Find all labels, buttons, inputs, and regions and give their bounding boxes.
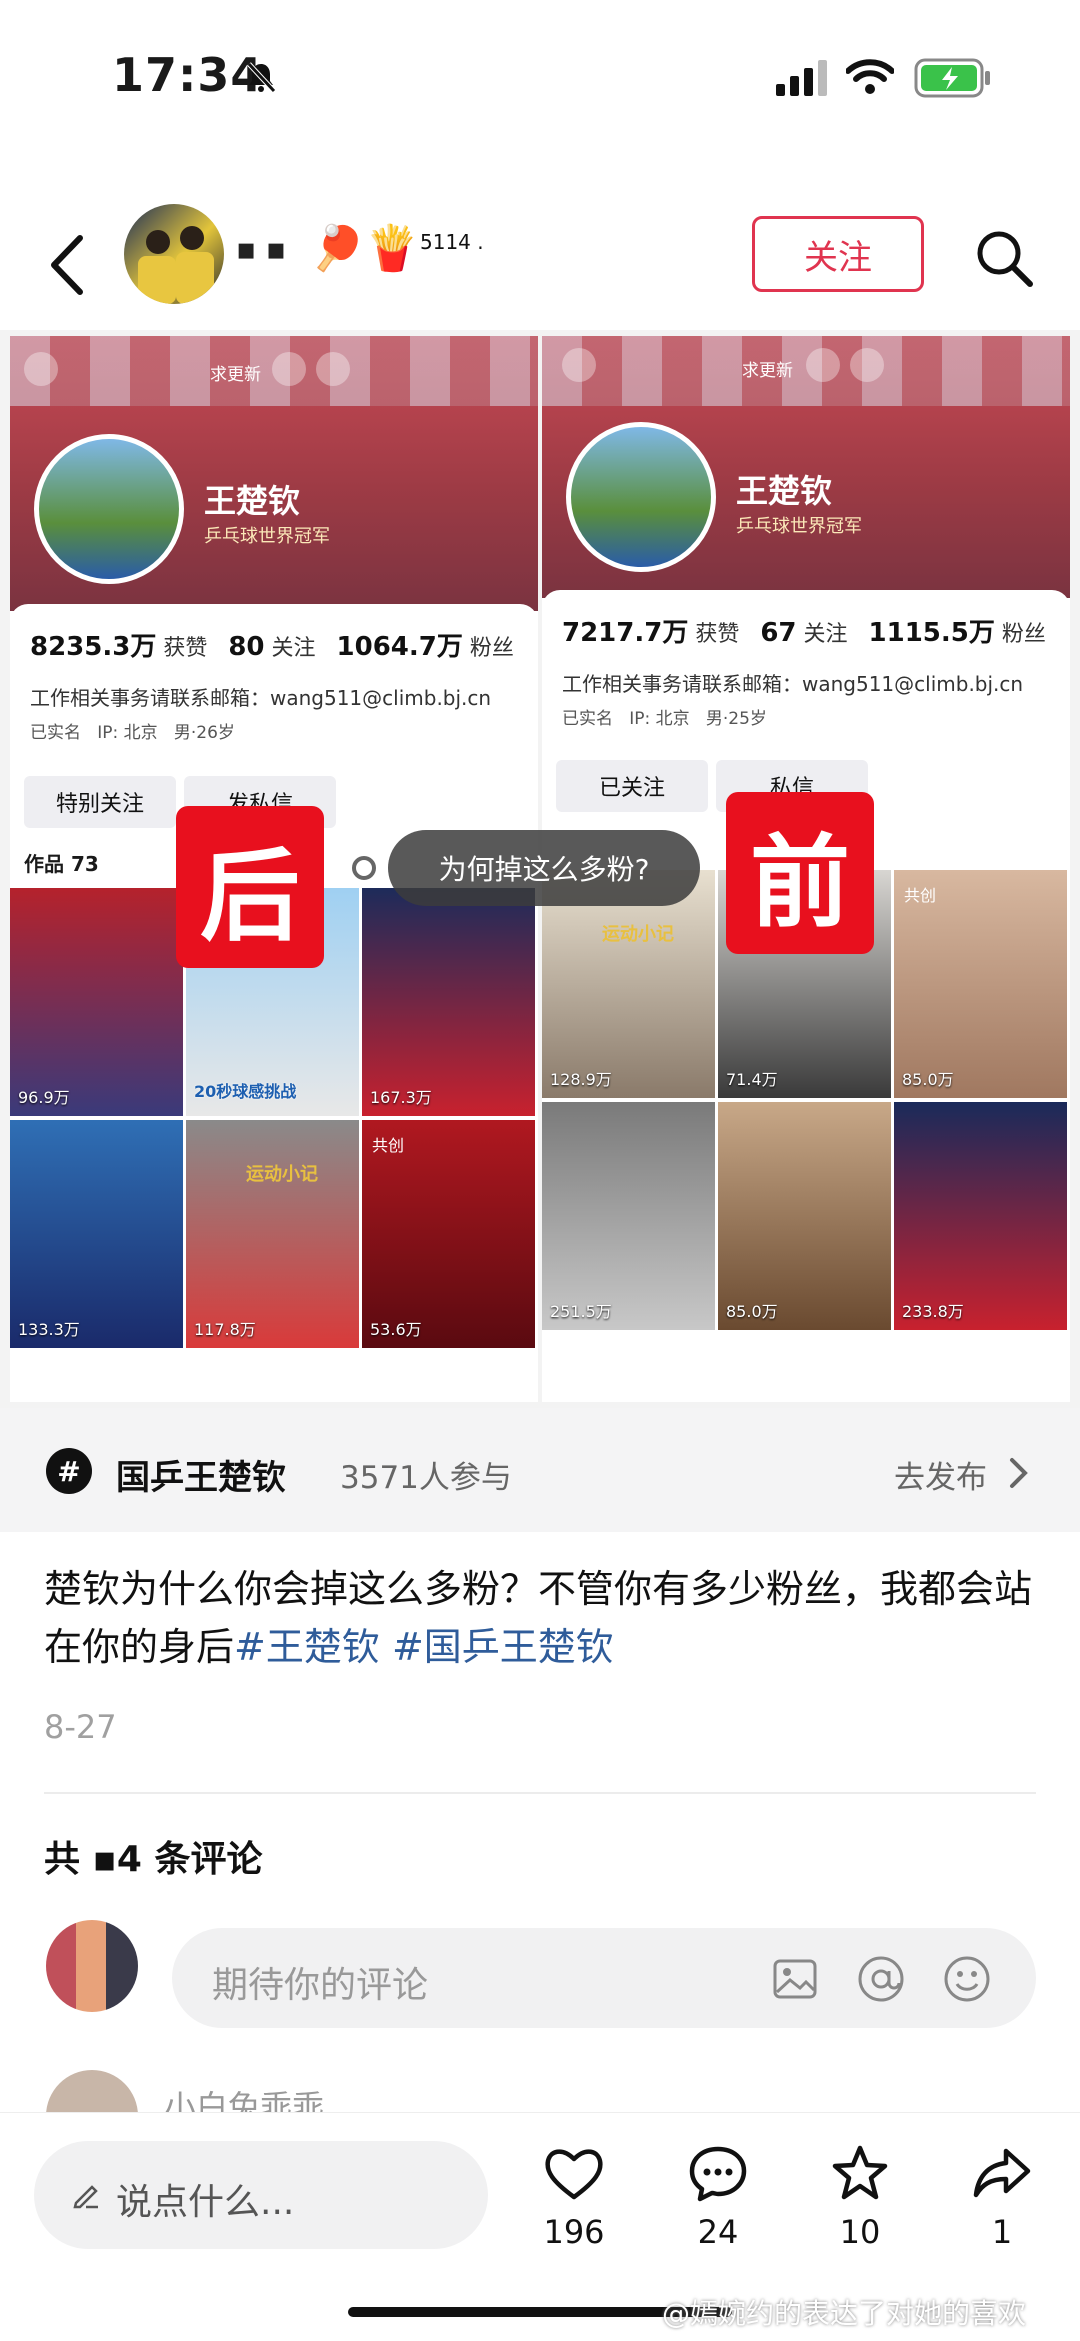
hashtag-icon: #: [46, 1448, 92, 1494]
profile-name: 王楚钦: [204, 482, 301, 520]
watermark: @嫣婉约的表达了对她的喜欢: [662, 2297, 1027, 2330]
say-placeholder: 说点什么...: [116, 2182, 295, 2223]
video-thumb: 133.3万: [10, 1120, 183, 1348]
topic-row[interactable]: # 国乒王楚钦 3571人参与 去发布: [0, 1408, 1080, 1532]
image-icon[interactable]: [772, 1956, 818, 2002]
divider: [44, 1792, 1036, 1794]
favorite-count: 10: [839, 2213, 881, 2251]
go-publish-link[interactable]: 去发布: [894, 1452, 987, 1497]
heart-icon: [545, 2149, 603, 2200]
question-bubble: 为何掉这么多粉?: [388, 830, 700, 906]
search-icon: [806, 348, 840, 382]
topic-participants: 3571人参与: [340, 1460, 512, 1496]
profile-avatar: [566, 422, 716, 572]
request-update-label: 求更新: [210, 365, 261, 385]
email-line: 工作相关事务请联系邮箱：wang511@climb.bj.cn: [30, 686, 492, 710]
before-label-tag: 前: [726, 792, 874, 954]
comment-button[interactable]: 24: [668, 2143, 768, 2251]
profile-avatar: [34, 434, 184, 584]
like-button[interactable]: 196: [524, 2143, 624, 2251]
following-button: 已关注: [556, 760, 708, 812]
hashtag-link[interactable]: #国乒王楚钦: [392, 1625, 614, 1669]
wifi-icon: [846, 59, 894, 94]
say-something-input[interactable]: 说点什么...: [34, 2141, 488, 2249]
share-arrow-icon: [973, 2148, 1031, 2198]
comment-input[interactable]: 期待你的评论: [172, 1928, 1036, 2028]
avatar[interactable]: [124, 204, 224, 304]
mention-icon[interactable]: [856, 1954, 906, 2004]
comment-placeholder: 期待你的评论: [212, 1965, 429, 2006]
special-follow-button: 特别关注: [24, 776, 176, 828]
video-thumb: 167.3万: [362, 888, 535, 1116]
header-count: 5114 .: [420, 230, 484, 254]
user-avatar: [46, 1920, 138, 2012]
star-icon: [832, 2145, 888, 2200]
pencil-icon: [73, 2185, 98, 2209]
chevron-right-icon: [1010, 1458, 1028, 1488]
more-icon: [316, 352, 350, 386]
share-button[interactable]: 1: [952, 2143, 1052, 2251]
bell-muted-icon: [247, 62, 276, 93]
header-emoji: 🏓🍟: [310, 223, 420, 274]
header-username: ▪ ▪: [236, 232, 287, 267]
verified-label: 乒乓球世界冠军: [736, 516, 862, 537]
hashtag-link[interactable]: #王楚钦: [234, 1625, 380, 1669]
back-icon: [562, 348, 596, 382]
works-count: 作品 73: [24, 852, 99, 876]
profile-name: 王楚钦: [736, 472, 833, 510]
comment-bubble-icon: [689, 2146, 747, 2202]
verified-label: 乒乓球世界冠军: [204, 526, 330, 547]
back-icon: [24, 352, 58, 386]
post-text: 楚钦为什么你会掉这么多粉？不管你有多少粉丝，我都会站在你的身后#王楚钦 #国乒王…: [44, 1567, 1033, 1669]
video-thumb: 共创 53.6万: [362, 1120, 535, 1348]
after-label-tag: 后: [176, 806, 324, 968]
status-time: 17:34: [112, 48, 264, 102]
email-line: 工作相关事务请联系邮箱：wang511@climb.bj.cn: [562, 672, 1024, 696]
topic-name: 国乒王楚钦: [116, 1458, 286, 1498]
profile-stats: 8235.3万 获赞 80 关注 1064.7万 粉丝: [30, 632, 514, 662]
post-date: 8-27: [44, 1708, 117, 1746]
video-thumb: 96.9万: [10, 888, 183, 1116]
comment-count: 共 ▪4 条评论: [44, 1839, 263, 1880]
like-count: 196: [543, 2213, 605, 2251]
cellular-signal-icon: [776, 60, 827, 96]
profile-header: ▪ ▪ 🏓🍟 5114 . 关注: [0, 190, 1080, 330]
video-thumb: 251.5万: [542, 1102, 715, 1330]
battery-charging-icon: [914, 58, 990, 98]
request-update-label: 求更新: [742, 361, 793, 381]
emoji-icon[interactable]: [942, 1954, 992, 2004]
more-icon: [850, 348, 884, 382]
comparison-image[interactable]: 求更新 王楚钦 乒乓球世界冠军 8235.3万 获赞 80 关注 1064.7万…: [0, 330, 1080, 1408]
search-icon: [272, 352, 306, 386]
back-arrow-icon[interactable]: [40, 230, 100, 300]
status-bar: 17:34: [0, 0, 1080, 160]
profile-chips: 已实名 IP: 北京 男·26岁: [30, 723, 235, 743]
video-thumb: 85.0万: [718, 1102, 891, 1330]
profile-chips: 已实名 IP: 北京 男·25岁: [562, 709, 767, 729]
video-thumb: 233.8万: [894, 1102, 1067, 1330]
follow-button[interactable]: 关注: [752, 216, 924, 292]
comment-count-number: 24: [697, 2213, 739, 2251]
share-count: 1: [991, 2213, 1013, 2251]
profile-stats: 7217.7万 获赞 67 关注 1115.5万 粉丝: [562, 618, 1046, 648]
favorite-button[interactable]: 10: [810, 2143, 910, 2251]
video-thumb: 运动小记 117.8万: [186, 1120, 359, 1348]
search-icon[interactable]: [972, 226, 1036, 290]
ring-icon: [352, 856, 376, 880]
video-thumb: 共创 85.0万: [894, 870, 1067, 1098]
